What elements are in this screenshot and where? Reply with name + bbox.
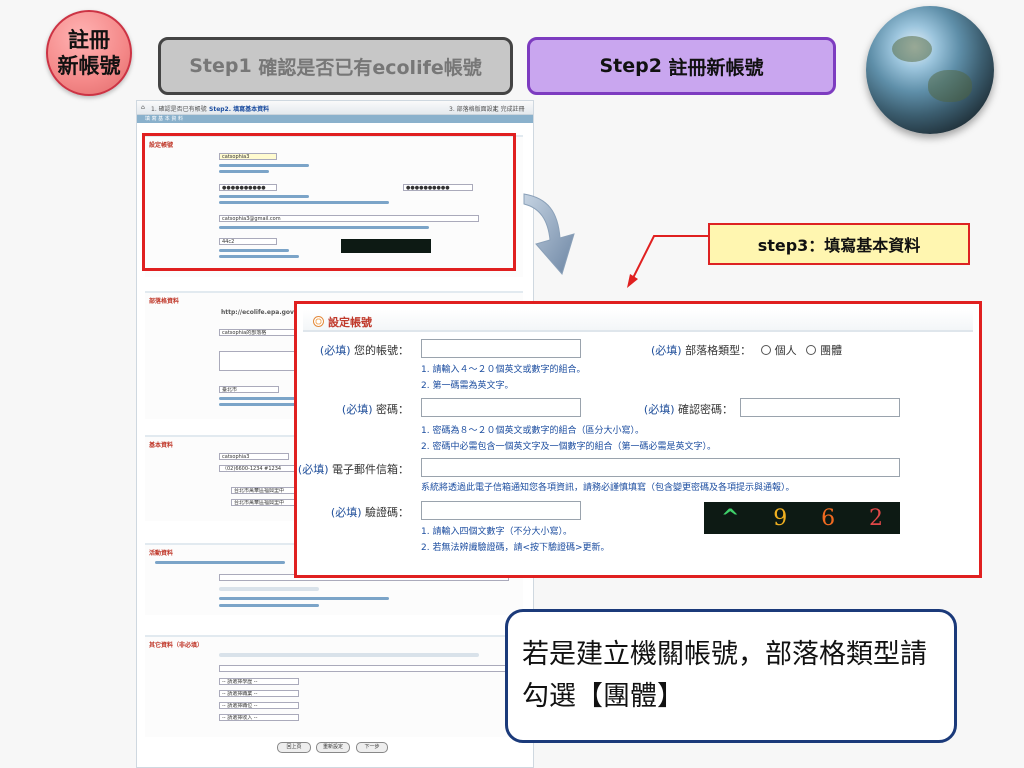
occupation-select[interactable]: -- 請選擇職業 -- xyxy=(219,690,299,697)
step2-prefix: Step2 xyxy=(599,55,662,77)
section-title: 其它資料（非必填） xyxy=(149,642,204,649)
password-hint-1: 1. 密碼為８～２０個英文或數字的組合（區分大小寫）。 xyxy=(421,426,644,436)
phone-field[interactable]: （02)6600-1234 #1234 xyxy=(219,465,299,472)
captcha-image[interactable]: ^ 9 6 2 xyxy=(704,502,900,534)
company-field[interactable] xyxy=(219,665,509,672)
captcha-hint-2: 2. 若無法辨識驗證碼，請<按下驗證碼>更新。 xyxy=(421,543,610,553)
captcha-label: (必填) 驗證碼： xyxy=(331,504,409,520)
income-select[interactable]: -- 請選擇收入 -- xyxy=(219,714,299,721)
form-breadcrumb: ⌂ 1. 確認是否已有帳號 Step2. 填寫基本資料 3. 部落格版面設定 4… xyxy=(137,101,533,115)
breadcrumb-step2: Step2. 填寫基本資料 xyxy=(209,106,270,113)
step1-text: 確認是否已有ecolife帳號 xyxy=(258,56,482,79)
radio-personal[interactable] xyxy=(760,345,771,355)
highlight-account-section xyxy=(142,133,516,271)
captcha-char: 6 xyxy=(821,505,836,531)
captcha-char: ^ xyxy=(720,505,740,531)
email-label: (必填) 電子郵件信箱： xyxy=(298,461,409,477)
radio-group[interactable] xyxy=(806,345,817,355)
pointer-line-icon xyxy=(627,235,708,288)
captcha-label-text: 驗證碼： xyxy=(365,506,409,519)
slide-title-text: 註冊 新帳號 xyxy=(57,28,121,78)
blog-type-label: 部落格類型： xyxy=(685,344,752,357)
required-mark: (必填) xyxy=(330,506,362,519)
form-section-other: 其它資料（非必填） -- 請選擇學歷 -- -- 請選擇職業 -- -- 請選擇… xyxy=(145,635,523,737)
account-input[interactable] xyxy=(421,339,581,358)
email-label-text: 電子郵件信箱： xyxy=(332,463,409,476)
required-mark: (必填) xyxy=(319,344,351,357)
arrow-icon xyxy=(523,193,575,276)
step2-text: 註冊新帳號 xyxy=(668,56,764,79)
step3-callout: step3：填寫基本資料 xyxy=(708,223,970,265)
blog-desc-field[interactable] xyxy=(219,351,299,371)
breadcrumb-step3: 3. 部落格版面設定 xyxy=(449,106,499,113)
required-mark: (必填) xyxy=(297,463,329,476)
captcha-char: 9 xyxy=(773,505,788,531)
confirm-password-input[interactable] xyxy=(740,398,900,417)
city-field[interactable]: 臺北市 xyxy=(219,386,279,393)
panel-header: 設定帳號 xyxy=(303,310,973,332)
password-input[interactable] xyxy=(421,398,581,417)
email-input[interactable] xyxy=(421,458,900,477)
required-mark: (必填) xyxy=(651,344,682,357)
home-icon: ⌂ xyxy=(141,104,145,111)
captcha-char: 2 xyxy=(869,505,884,531)
confirm-password-label-text: 確認密碼： xyxy=(678,403,733,416)
address-field[interactable]: 台北市萬華區福興里中 xyxy=(231,487,299,494)
account-hint-1: 1. 請輸入４～２０個英文或數字的組合。 xyxy=(421,365,586,375)
reset-button[interactable]: 重新設定 xyxy=(316,742,350,753)
email-hint: 系統將透過此電子信箱通知您各項資訊，請務必謹慎填寫（包含變更密碼及各項提示與通報… xyxy=(421,483,795,493)
globe-image xyxy=(866,6,994,134)
note-box: 若是建立機關帳號，部落格類型請勾選【團體】 xyxy=(505,609,957,743)
text-line xyxy=(219,587,319,591)
breadcrumb-step1: 1. 確認是否已有帳號 xyxy=(151,106,207,113)
password-label: (必填) 密碼： xyxy=(342,401,409,417)
panel-title-text: 設定帳號 xyxy=(328,316,372,329)
radio-personal-label: 個人 xyxy=(774,344,797,357)
hint-line xyxy=(219,604,319,607)
confirm-password-label: (必填) 確認密碼： xyxy=(644,401,733,417)
captcha-input[interactable] xyxy=(421,501,581,520)
slide-title-badge: 註冊 新帳號 xyxy=(46,10,132,96)
text-line xyxy=(219,653,479,657)
form-header-bar: 填 寫 基 本 資 料 xyxy=(137,115,533,123)
blog-url: http://ecolife.epa.gov.tw xyxy=(221,309,305,316)
bullet-icon xyxy=(313,316,324,327)
panel-title: 設定帳號 xyxy=(313,314,372,330)
step2-pill: Step2 註冊新帳號 xyxy=(527,37,836,95)
address-field-2[interactable]: 台北市萬華區福興里中 xyxy=(231,499,299,506)
required-mark: (必填) xyxy=(341,403,373,416)
hint-line xyxy=(219,597,389,600)
captcha-hint-1: 1. 請輸入四個文數字（不分大小寫）。 xyxy=(421,527,572,537)
position-select[interactable]: -- 請選擇職位 -- xyxy=(219,702,299,709)
step1-prefix: Step1 xyxy=(189,55,252,77)
prev-page-button[interactable]: 回上頁 xyxy=(277,742,311,753)
account-hint-2: 2. 第一碼需為英文字。 xyxy=(421,381,514,391)
blog-name-field[interactable]: catsophia的部落格 xyxy=(219,329,299,336)
required-mark: (必填) xyxy=(643,403,675,416)
step1-pill: Step1 確認是否已有ecolife帳號 xyxy=(158,37,513,95)
account-settings-panel: 設定帳號 (必填) 您的帳號： (必填) 部落格類型： 個人 團體 1. 請輸入… xyxy=(294,301,982,578)
next-step-button[interactable]: 下一步 xyxy=(356,742,388,753)
password-hint-2: 2. 密碼中必需包含一個英文字及一個數字的組合（第一碼必需是英文字）。 xyxy=(421,442,716,452)
hint-line xyxy=(155,561,285,564)
radio-group-label: 團體 xyxy=(820,344,843,357)
education-select[interactable]: -- 請選擇學歷 -- xyxy=(219,678,299,685)
name-field[interactable]: catsophia3 xyxy=(219,453,289,460)
account-label-text: 您的帳號： xyxy=(354,344,409,357)
blog-type-group: (必填) 部落格類型： 個人 團體 xyxy=(651,342,842,358)
password-label-text: 密碼： xyxy=(376,403,409,416)
breadcrumb-step4: 4. 完成註冊 xyxy=(493,106,525,113)
account-label: (必填) 您的帳號： xyxy=(320,342,409,358)
